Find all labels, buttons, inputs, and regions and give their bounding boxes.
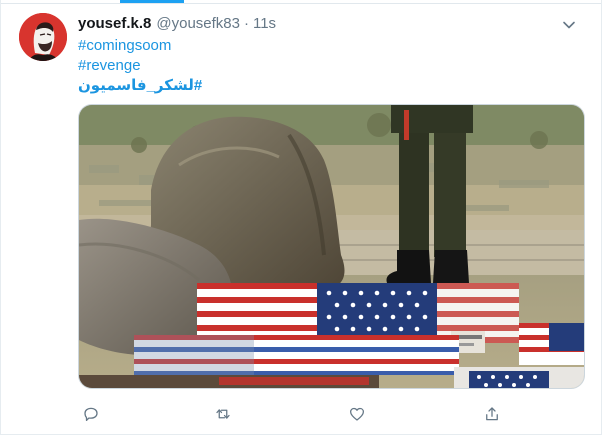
separator-dot: ·	[243, 15, 249, 32]
chevron-down-icon[interactable]	[560, 16, 578, 34]
hashtag-link[interactable]: #comingsoom	[78, 37, 171, 54]
user-handle[interactable]: @yousefk83	[156, 14, 240, 34]
retweet-icon[interactable]	[210, 401, 236, 427]
hashtag-link[interactable]: #لشكر_فاسميون	[78, 76, 202, 96]
tweet-text: #comingsoom #revenge #لشكر_فاسميون	[78, 36, 478, 96]
tweet-media-image[interactable]	[78, 104, 585, 389]
avatar[interactable]	[19, 13, 67, 61]
timeline-top-bar	[0, 0, 602, 4]
tweet-actions	[78, 401, 548, 427]
share-icon[interactable]	[479, 401, 505, 427]
display-name[interactable]: yousef.k.8	[78, 14, 151, 34]
timestamp[interactable]: 11s	[253, 14, 276, 34]
active-tab-indicator	[120, 0, 184, 3]
timeline-border-left	[0, 0, 1, 435]
heart-icon[interactable]	[344, 401, 370, 427]
photo-flag-caskets-scene	[79, 105, 584, 388]
tweet-header: yousef.k.8 @yousefk83 · 11s	[78, 14, 582, 34]
hashtag-link[interactable]: #revenge	[78, 57, 141, 74]
avatar-portrait-image	[19, 13, 67, 61]
reply-icon[interactable]	[78, 401, 104, 427]
